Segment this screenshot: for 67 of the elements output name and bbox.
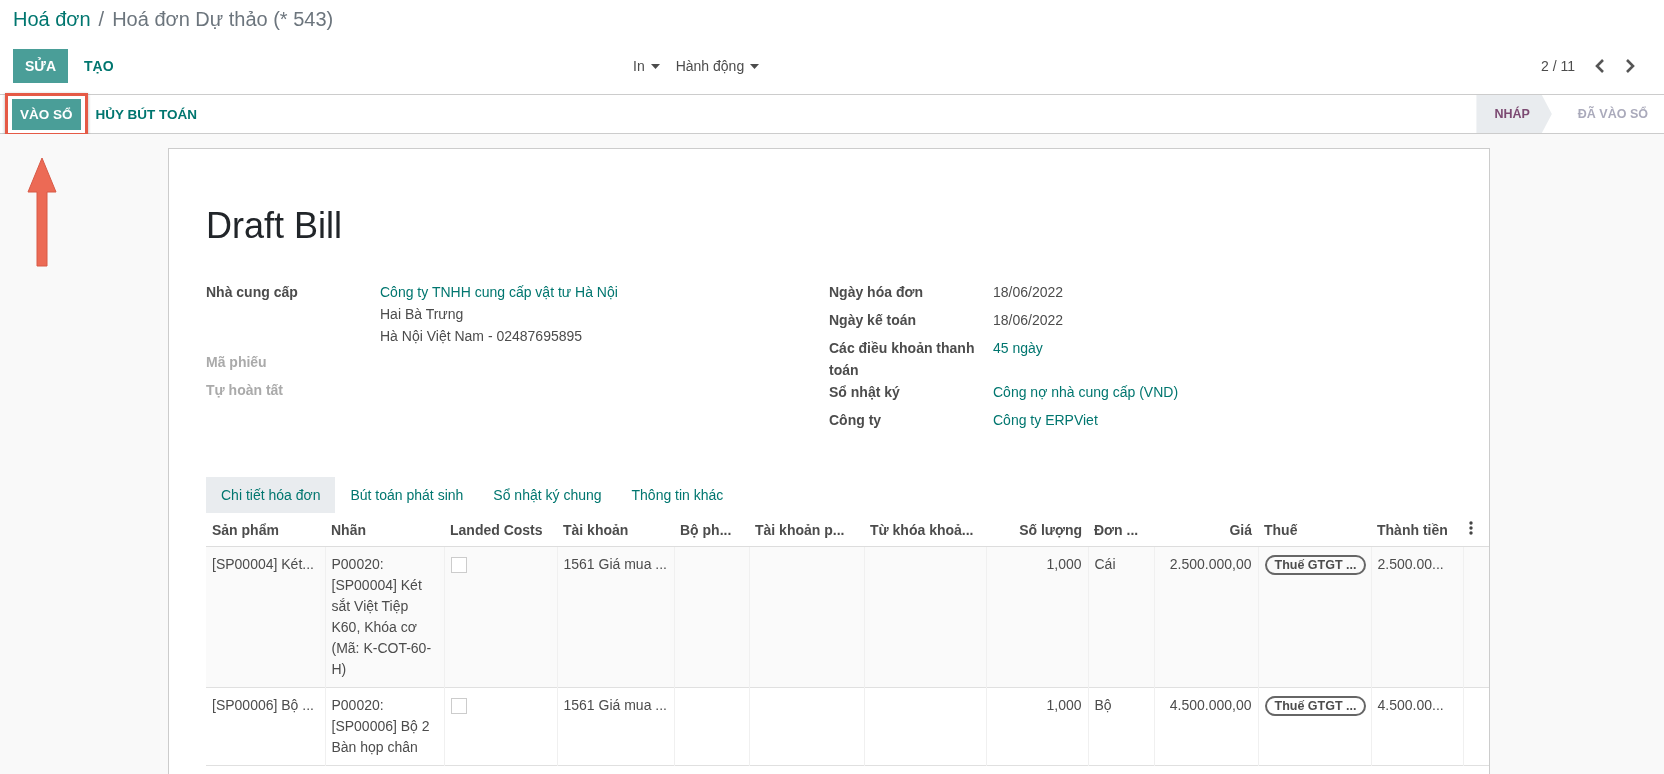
column-header[interactable]: Bộ ph... <box>680 521 732 538</box>
table-cell: 4.500.000,00 <box>1169 697 1252 713</box>
table-cell: 1,000 <box>1046 556 1082 572</box>
column-header[interactable]: Landed Costs <box>450 521 543 538</box>
column-header[interactable]: Đơn ... <box>1094 521 1139 538</box>
table-cell: Cái <box>1094 556 1116 572</box>
notebook-tab[interactable]: Sổ nhật ký chung <box>478 477 617 513</box>
post-button[interactable]: VÀO SỔ <box>12 98 81 130</box>
table-cell: [SP00004] Két... <box>212 556 314 572</box>
field-label: Các điều khoản thanh toán <box>829 339 976 380</box>
table-cell: 2.500.000,00 <box>1169 556 1252 572</box>
table-cell: 4.500.00... <box>1377 697 1444 713</box>
tax-tag: Thuế GTGT ... <box>1264 696 1367 716</box>
create-button[interactable]: TẠO <box>72 49 126 83</box>
kebab-menu-icon[interactable] <box>1469 521 1473 535</box>
column-header[interactable]: Sản phẩm <box>212 521 279 538</box>
notebook-tab[interactable]: Thông tin khác <box>616 477 739 513</box>
previous-icon[interactable] <box>1595 59 1605 73</box>
table-cell: Bộ <box>1094 697 1112 713</box>
column-header[interactable]: Tài khoản p... <box>755 521 845 538</box>
field-link[interactable]: Công ty ERPViet <box>993 409 1098 437</box>
field-label: Công ty <box>829 411 883 430</box>
field-label: Sổ nhật ký <box>829 383 901 402</box>
field-label: Mã phiếu <box>206 353 268 372</box>
column-header[interactable]: Thuế <box>1264 521 1298 538</box>
table-cell: 2.500.00... <box>1377 556 1444 572</box>
field-label: Ngày kế toán <box>829 311 918 330</box>
notebook-tab[interactable]: Chi tiết hóa đơn <box>206 477 336 513</box>
document-title: Draft Bill <box>206 205 344 247</box>
status-stage[interactable]: NHÁP <box>1476 95 1552 133</box>
field-label: Ngày hóa đơn <box>829 283 924 302</box>
tax-tag: Thuế GTGT ... <box>1264 555 1367 575</box>
caret-icon <box>750 63 760 69</box>
field-link[interactable]: Công nợ nhà cung cấp (VND) <box>993 381 1179 409</box>
column-header[interactable]: Từ khóa khoả... <box>870 521 974 538</box>
column-header[interactable]: Nhãn <box>331 521 366 538</box>
column-header[interactable]: Tài khoản <box>563 521 629 538</box>
field-label: Nhà cung cấp <box>206 283 299 302</box>
table-cell-text: P00020: [SP00004] Két sắt Việt Tiệp K60, Khóa cơ (Mã: K-COT-60-H) <box>331 555 433 679</box>
column-header[interactable]: Giá <box>1229 521 1252 538</box>
vendor-link[interactable]: Công ty TNHH cung cấp vật tư Hà Nội <box>380 281 618 303</box>
next-icon[interactable] <box>1625 59 1635 73</box>
table-cell: 1561 Giá mua ... <box>563 697 667 713</box>
edit-button[interactable]: SỬA <box>13 49 69 83</box>
table-cell: 1561 Giá mua ... <box>563 556 667 572</box>
cancel-entry-button[interactable]: HỦY BÚT TOÁN <box>87 98 206 130</box>
column-header[interactable]: Thành tiền <box>1377 521 1448 538</box>
table-cell: [SP00006] Bộ ... <box>212 697 314 713</box>
field-value: 18/06/2022 <box>993 283 1064 302</box>
field-label: Tự hoàn tất <box>206 381 285 400</box>
dropdown-button[interactable]: Hành động <box>675 54 760 78</box>
field-link[interactable]: 45 ngày <box>993 337 1043 381</box>
breadcrumb-separator: / <box>98 8 105 31</box>
breadcrumb-link[interactable]: Hoá đơn <box>13 8 91 31</box>
table-cell-text: P00020: [SP00006] Bộ 2 Bàn họp chân <box>331 696 431 757</box>
field-value: 18/06/2022 <box>993 311 1064 330</box>
address-line: Hà Nội Việt Nam - 02487695895 <box>380 327 584 346</box>
address-line: Hai Bà Trưng <box>380 305 465 324</box>
notebook-tab[interactable]: Bút toán phát sinh <box>335 477 479 513</box>
breadcrumb-current: Hoá đơn Dự thảo (* 543) <box>112 8 334 31</box>
dropdown-button[interactable]: In <box>633 54 660 78</box>
column-header[interactable]: Số lượng <box>1019 521 1082 538</box>
caret-icon <box>650 63 660 69</box>
checkbox[interactable] <box>450 698 467 714</box>
pager-counter: 2 / 11 <box>1541 58 1575 74</box>
checkbox[interactable] <box>450 557 467 573</box>
table-cell: 1,000 <box>1046 697 1082 713</box>
